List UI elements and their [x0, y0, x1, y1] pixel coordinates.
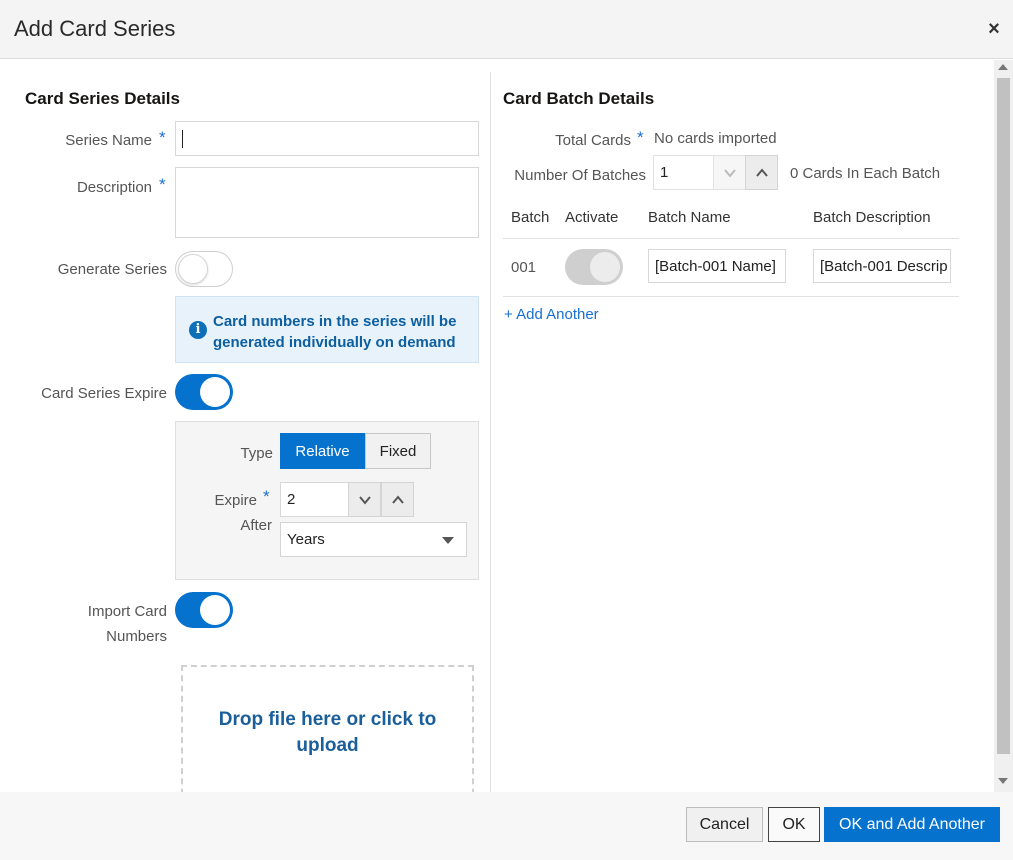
table-row-divider	[503, 296, 959, 297]
vertical-scrollbar[interactable]	[994, 60, 1013, 792]
toggle-knob	[178, 254, 208, 284]
column-header-activate: Activate	[565, 209, 619, 226]
number-of-batches-input[interactable]: 1	[653, 155, 714, 190]
dialog-footer: Cancel OK OK and Add Another	[0, 792, 1013, 860]
table-header-divider	[503, 238, 959, 239]
ok-button[interactable]: OK	[768, 807, 820, 842]
series-name-label: Series Name	[65, 132, 152, 149]
toggle-knob	[590, 252, 620, 282]
decrement-button[interactable]	[348, 482, 381, 517]
info-icon: i	[189, 321, 207, 339]
required-asterisk: *	[637, 128, 644, 147]
chevron-down-icon	[723, 168, 736, 178]
description-label: Description	[76, 179, 152, 196]
expire-after-label: Expire	[214, 492, 257, 509]
batch-activate-toggle[interactable]	[565, 249, 623, 285]
description-textarea[interactable]	[175, 167, 479, 238]
type-fixed-button[interactable]: Fixed	[365, 433, 431, 469]
ok-and-add-another-button[interactable]: OK and Add Another	[824, 807, 1000, 842]
toggle-knob	[200, 595, 230, 625]
cancel-button[interactable]: Cancel	[686, 807, 763, 842]
column-header-batch-name: Batch Name	[648, 209, 731, 226]
expire-after-label-2: After	[240, 517, 272, 534]
import-card-numbers-label-2: Numbers	[106, 628, 167, 645]
info-message: i Card numbers in the series will be gen…	[175, 296, 479, 363]
total-cards-label: Total Cards	[555, 132, 631, 149]
card-series-expire-toggle[interactable]	[175, 374, 233, 410]
batch-description-input[interactable]: [Batch-001 Descrip	[813, 249, 951, 283]
card-series-details-title: Card Series Details	[25, 89, 180, 108]
type-relative-button[interactable]: Relative	[280, 433, 365, 469]
import-card-numbers-label: Import Card	[87, 603, 167, 620]
total-cards-value: No cards imported	[654, 130, 777, 147]
batches-decrement-button[interactable]	[713, 155, 746, 190]
number-of-batches-value: 1	[660, 164, 669, 181]
series-name-input[interactable]	[175, 121, 479, 156]
expire-after-value: 2	[287, 491, 296, 508]
column-header-batch-description: Batch Description	[813, 209, 931, 226]
number-of-batches-label: Number Of Batches	[514, 167, 646, 184]
dialog-title: Add Card Series	[14, 16, 176, 41]
file-dropzone[interactable]: Drop file here or click to upload	[181, 665, 474, 792]
expire-after-input[interactable]: 2	[280, 482, 349, 517]
batch-name-value: [Batch-001 Name]	[655, 257, 776, 275]
dropdown-arrow-icon	[442, 537, 454, 544]
scroll-up-arrow-icon[interactable]	[998, 64, 1008, 70]
required-asterisk: *	[159, 175, 166, 194]
card-batch-details-title: Card Batch Details	[503, 89, 655, 108]
column-header-batch: Batch	[511, 209, 550, 226]
generate-series-label: Generate Series	[57, 261, 167, 278]
batch-number: 001	[511, 259, 537, 276]
text-caret	[182, 129, 183, 148]
batches-increment-button[interactable]	[745, 155, 778, 190]
chevron-down-icon	[358, 495, 371, 505]
required-asterisk: *	[159, 128, 166, 147]
batch-name-input[interactable]: [Batch-001 Name]	[648, 249, 786, 283]
toggle-knob	[200, 377, 230, 407]
batch-description-value: [Batch-001 Descrip	[820, 257, 948, 275]
expire-settings-panel: Type Relative Fixed Expire * After 2 Yea…	[175, 421, 479, 580]
required-asterisk: *	[263, 487, 270, 506]
dialog-header: Add Card Series ×	[0, 0, 1013, 59]
dialog-content: Card Series Details Series Name * Descri…	[0, 60, 994, 792]
type-label: Type	[240, 445, 273, 462]
info-message-text: Card numbers in the series will be gener…	[213, 313, 457, 351]
generate-series-toggle[interactable]	[175, 251, 233, 287]
scroll-down-arrow-icon[interactable]	[998, 778, 1008, 784]
expire-unit-value: Years	[287, 531, 325, 548]
cards-in-each-batch: 0 Cards In Each Batch	[790, 165, 941, 182]
increment-button[interactable]	[381, 482, 414, 517]
close-icon[interactable]: ×	[985, 19, 1003, 39]
chevron-up-icon	[391, 494, 404, 504]
expire-unit-select[interactable]: Years	[280, 522, 467, 557]
chevron-up-icon	[755, 167, 768, 177]
scroll-thumb[interactable]	[997, 78, 1010, 754]
column-divider	[490, 72, 491, 792]
add-another-batch-link[interactable]: + Add Another	[504, 306, 599, 323]
import-card-numbers-toggle[interactable]	[175, 592, 233, 628]
card-series-expire-label: Card Series Expire	[41, 385, 167, 402]
dropzone-text: Drop file here or click to upload	[218, 709, 437, 756]
